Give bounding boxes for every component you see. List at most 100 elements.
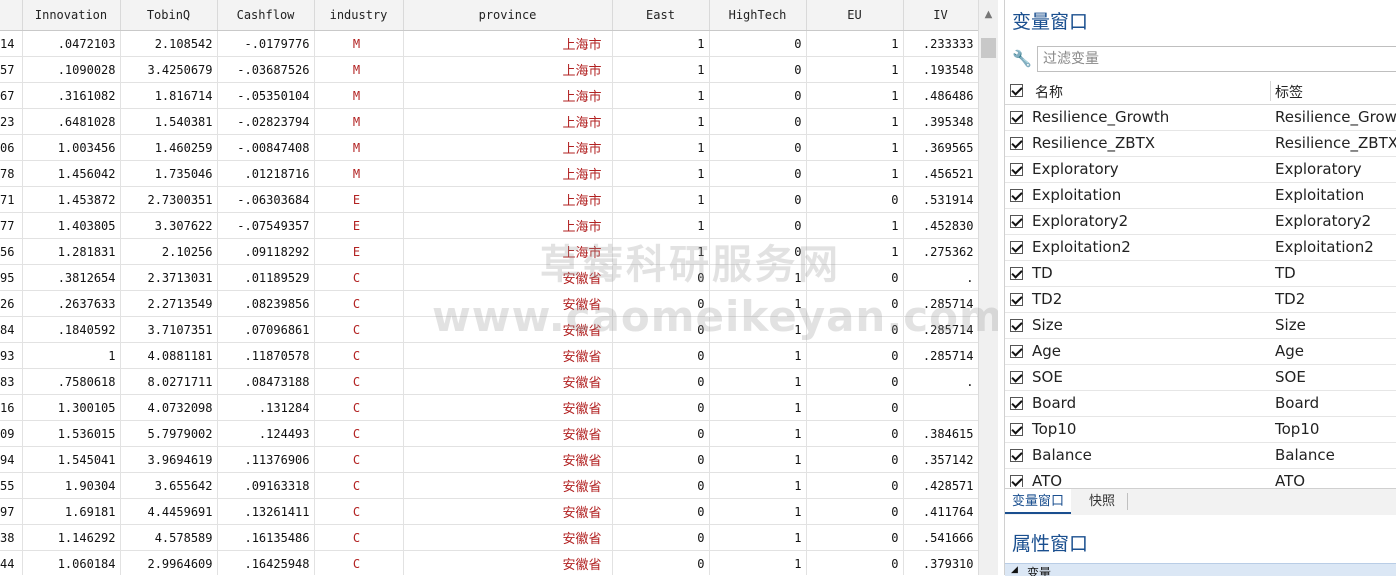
cell-industry[interactable]: M [314,30,404,57]
header-label[interactable]: 标签 [1275,82,1303,102]
cell-id[interactable]: 57 [0,56,23,83]
variable-row[interactable]: Resilience_ZBTX Resilience_ZBTX [1005,131,1396,157]
cell-province[interactable]: 上海市 [403,238,613,265]
wrench-icon[interactable]: 🔧 [1012,49,1032,69]
cell-innovation[interactable]: 1.003456 [22,134,121,161]
cell-iv[interactable]: .285714 [903,316,979,343]
cell-east[interactable]: 1 [612,56,710,83]
cell-eu[interactable]: 0 [806,368,904,395]
select-all-checkbox[interactable] [1010,84,1023,97]
cell-hightech[interactable]: 0 [709,186,807,213]
variable-checkbox[interactable] [1010,215,1023,228]
cell-province[interactable]: 安徽省 [403,550,613,575]
cell-eu[interactable]: 0 [806,420,904,447]
cell-hightech[interactable]: 0 [709,108,807,135]
cell-province[interactable]: 安徽省 [403,394,613,421]
cell-tobinq[interactable]: 4.578589 [120,524,218,551]
cell-iv[interactable]: .486486 [903,82,979,109]
table-row[interactable]: 95.3812654 2.3713031.01189529 C 安徽省 0 1 0. [0,264,979,291]
variable-checkbox[interactable] [1010,111,1023,124]
variable-row[interactable]: TD TD [1005,261,1396,287]
cell-innovation[interactable]: 1.281831 [22,238,121,265]
cell-industry[interactable]: C [314,498,404,525]
variable-row[interactable]: Age Age [1005,339,1396,365]
cell-id[interactable]: 93 [0,342,23,369]
cell-innovation[interactable]: 1.90304 [22,472,121,499]
cell-innovation[interactable]: .3161082 [22,82,121,109]
table-row[interactable]: 09 1.536015 5.7979002.124493 C 安徽省 0 1 0.384615 [0,420,979,447]
column-header-iv[interactable]: IV [903,0,979,31]
cell-cashflow[interactable]: -.03687526 [217,56,315,83]
cell-east[interactable]: 1 [612,186,710,213]
cell-iv[interactable]: .456521 [903,160,979,187]
cell-cashflow[interactable]: .124493 [217,420,315,447]
cell-province[interactable]: 安徽省 [403,498,613,525]
cell-innovation[interactable]: 1.403805 [22,212,121,239]
cell-eu[interactable]: 0 [806,290,904,317]
cell-eu[interactable]: 1 [806,56,904,83]
cell-eu[interactable]: 1 [806,82,904,109]
cell-tobinq[interactable]: 2.7300351 [120,186,218,213]
column-header-province[interactable]: province [403,0,613,31]
cell-cashflow[interactable]: .07096861 [217,316,315,343]
cell-east[interactable]: 0 [612,420,710,447]
cell-east[interactable]: 0 [612,290,710,317]
table-row[interactable]: 38 1.146292 4.578589.16135486 C 安徽省 0 1 0.54166… [0,524,979,551]
cell-id[interactable]: 55 [0,472,23,499]
cell-cashflow[interactable]: .08473188 [217,368,315,395]
cell-hightech[interactable]: 0 [709,134,807,161]
cell-id[interactable]: 26 [0,290,23,317]
cell-iv[interactable]: .452830 [903,212,979,239]
cell-hightech[interactable]: 1 [709,394,807,421]
variable-checkbox[interactable] [1010,319,1023,332]
cell-id[interactable]: 77 [0,212,23,239]
variable-checkbox[interactable] [1010,397,1023,410]
table-row[interactable]: 78 1.456042 1.735046.01218716 M 上海市 1 0 1.45652… [0,160,979,187]
cell-id[interactable]: 14 [0,30,23,57]
cell-cashflow[interactable]: -.0179776 [217,30,315,57]
cell-hightech[interactable]: 1 [709,290,807,317]
filter-variables-input[interactable] [1037,46,1396,72]
cell-cashflow[interactable]: .131284 [217,394,315,421]
cell-cashflow[interactable]: -.00847408 [217,134,315,161]
cell-hightech[interactable]: 0 [709,30,807,57]
cell-east[interactable]: 1 [612,30,710,57]
cell-iv[interactable]: .428571 [903,472,979,499]
cell-id[interactable]: 44 [0,550,23,575]
cell-eu[interactable]: 1 [806,30,904,57]
cell-eu[interactable]: 0 [806,394,904,421]
cell-cashflow[interactable]: .16135486 [217,524,315,551]
cell-hightech[interactable]: 0 [709,238,807,265]
table-row[interactable]: 06 1.003456 1.460259 -.00847408 M 上海市 1 0 1.3695… [0,134,979,161]
cell-cashflow[interactable]: .01189529 [217,264,315,291]
cell-id[interactable]: 97 [0,498,23,525]
table-row[interactable]: 84.1840592 3.7107351.07096861 C 安徽省 0 1 0.2857… [0,316,979,343]
cell-hightech[interactable]: 1 [709,472,807,499]
cell-innovation[interactable]: 1 [22,342,121,369]
cell-hightech[interactable]: 1 [709,498,807,525]
cell-tobinq[interactable]: 3.7107351 [120,316,218,343]
cell-iv[interactable]: .357142 [903,446,979,473]
cell-eu[interactable]: 1 [806,238,904,265]
cell-iv[interactable]: .541666 [903,524,979,551]
variable-checkbox[interactable] [1010,449,1023,462]
scrollbar-thumb[interactable] [981,38,996,58]
cell-east[interactable]: 0 [612,550,710,575]
cell-innovation[interactable]: 1.453872 [22,186,121,213]
column-header-id[interactable] [0,0,23,31]
variable-row[interactable]: Exploitation Exploitation [1005,183,1396,209]
cell-hightech[interactable]: 0 [709,160,807,187]
cell-province[interactable]: 上海市 [403,160,613,187]
cell-eu[interactable]: 0 [806,524,904,551]
cell-province[interactable]: 上海市 [403,212,613,239]
cell-cashflow[interactable]: -.07549357 [217,212,315,239]
cell-hightech[interactable]: 1 [709,316,807,343]
cell-innovation[interactable]: .3812654 [22,264,121,291]
cell-eu[interactable]: 1 [806,160,904,187]
cell-province[interactable]: 安徽省 [403,446,613,473]
cell-id[interactable]: 23 [0,108,23,135]
cell-tobinq[interactable]: 2.2713549 [120,290,218,317]
cell-id[interactable]: 78 [0,160,23,187]
variable-row[interactable]: Board Board [1005,391,1396,417]
cell-innovation[interactable]: .1090028 [22,56,121,83]
